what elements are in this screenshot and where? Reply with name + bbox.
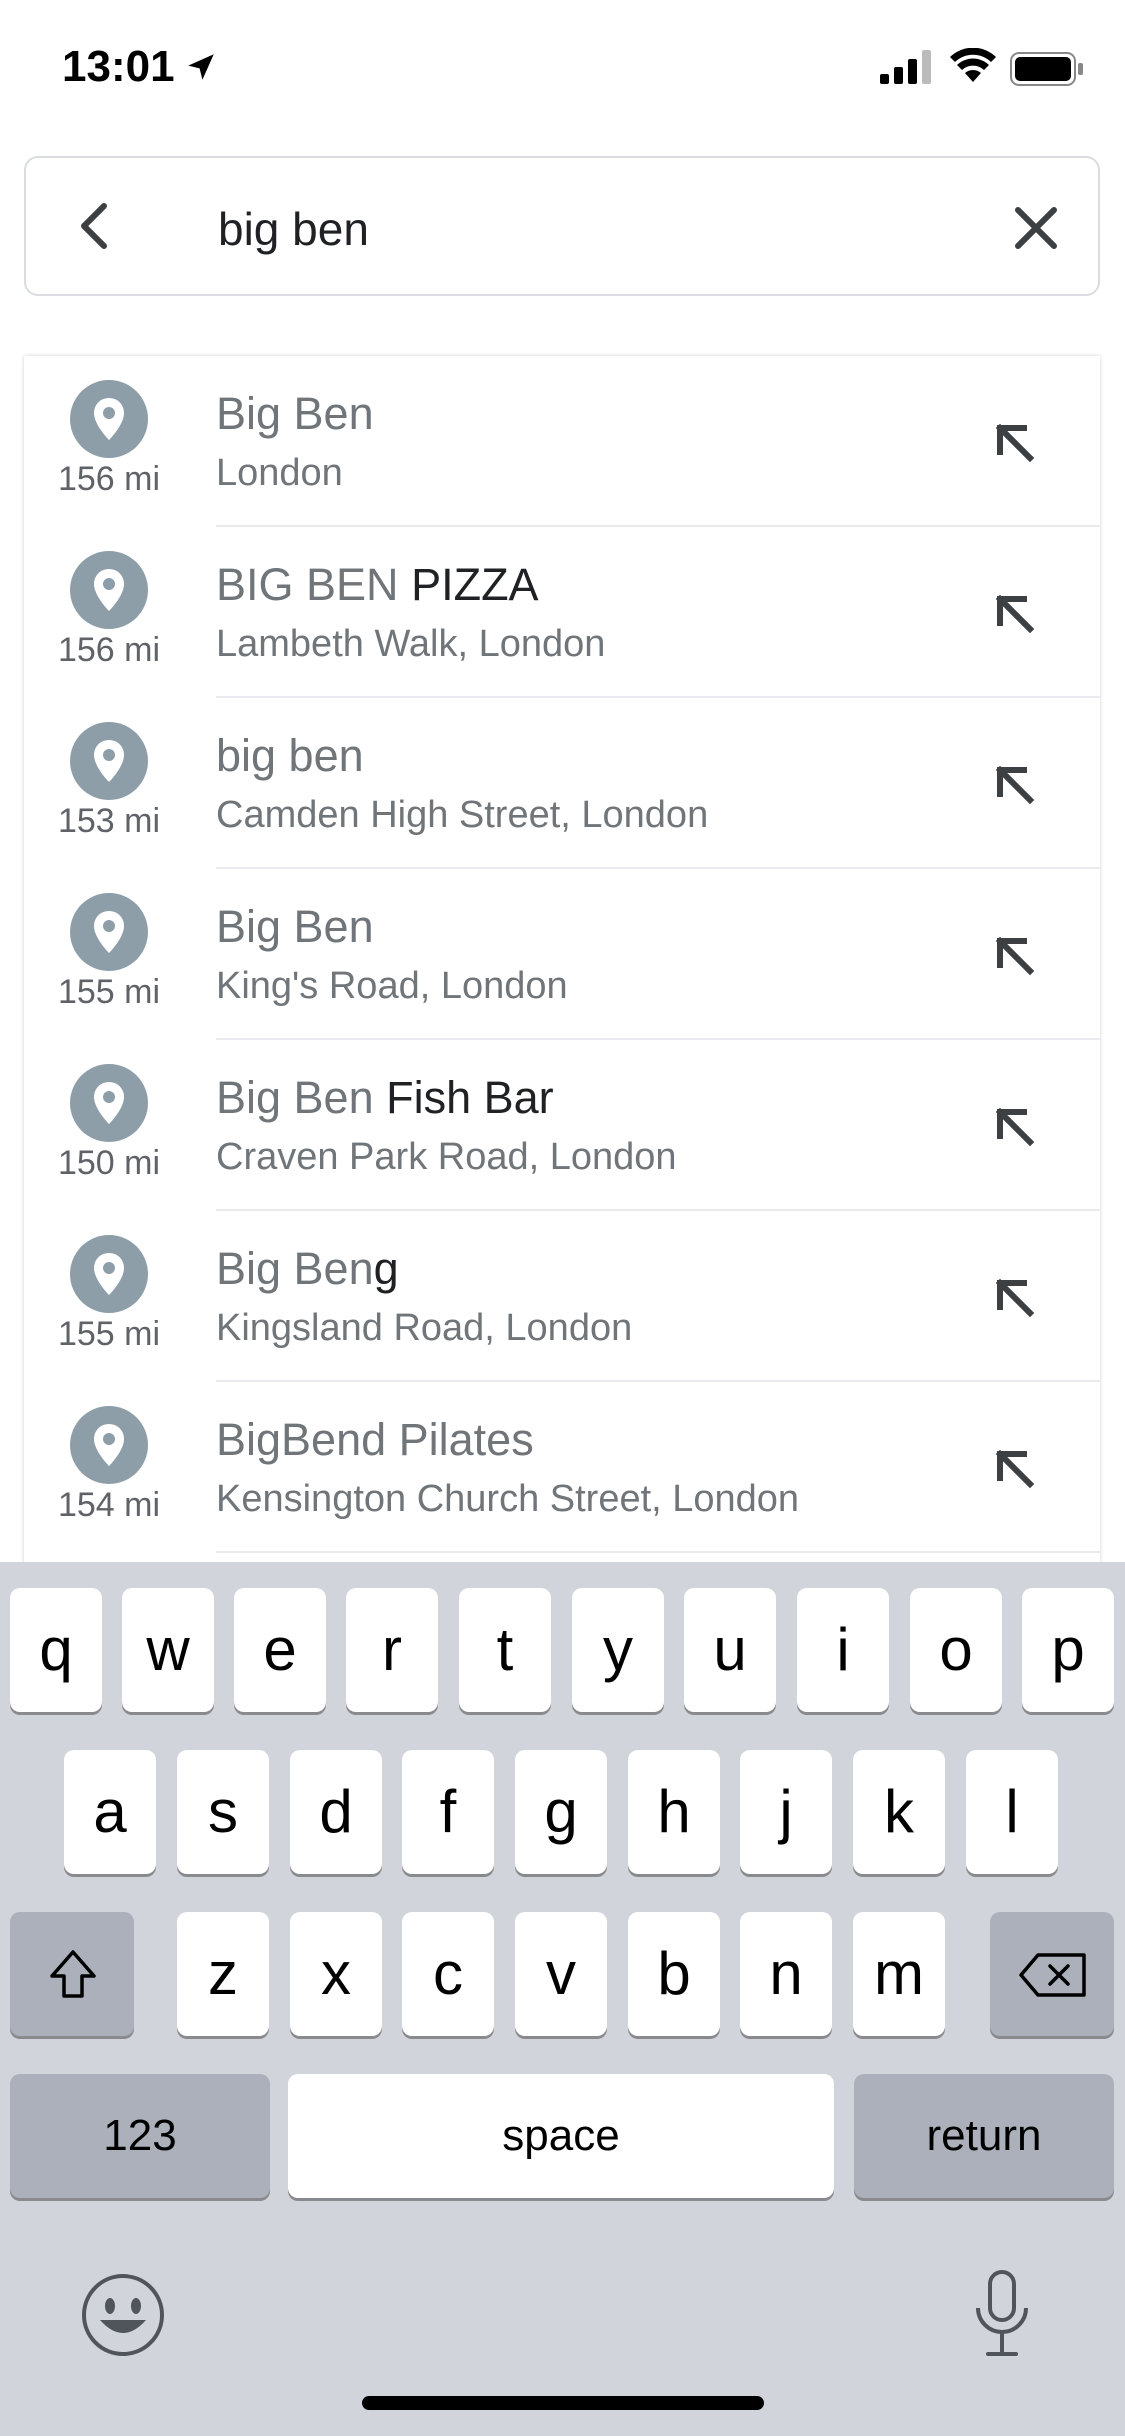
key-n[interactable]: n — [740, 1912, 832, 2036]
key-d[interactable]: d — [290, 1750, 382, 1874]
location-pin-icon — [70, 551, 148, 629]
suggestion-row[interactable]: 156 mi Big Ben London — [24, 356, 1100, 527]
distance-label: 155 mi — [57, 973, 161, 1011]
distance-label: 155 mi — [57, 1315, 161, 1353]
location-pin-icon — [70, 1406, 148, 1484]
key-p[interactable]: p — [1022, 1588, 1114, 1712]
key-g[interactable]: g — [515, 1750, 607, 1874]
distance-label: 150 mi — [57, 1144, 161, 1182]
status-bar: 13:01 — [0, 0, 1125, 140]
suggestion-title: BIG BEN PIZZA — [216, 559, 539, 610]
suggestion-title: big ben — [216, 730, 364, 781]
key-m[interactable]: m — [853, 1912, 945, 2036]
fill-query-arrow-icon[interactable] — [984, 412, 1044, 472]
suggestion-row[interactable]: 155 mi Big Beng Kingsland Road, London — [24, 1211, 1100, 1382]
key-x[interactable]: x — [290, 1912, 382, 2036]
cellular-signal-icon — [880, 50, 931, 84]
suggestion-row[interactable]: 155 mi Big Ben King's Road, London — [24, 869, 1100, 1040]
key-y[interactable]: y — [572, 1588, 664, 1712]
numbers-key[interactable]: 123 — [10, 2074, 270, 2198]
key-c[interactable]: c — [402, 1912, 494, 2036]
suggestion-row[interactable]: 154 mi BigBend Pilates Kensington Church… — [24, 1382, 1100, 1553]
return-key[interactable]: return — [854, 2074, 1114, 2198]
suggestion-address: Lambeth Walk, London — [216, 623, 606, 665]
key-l[interactable]: l — [966, 1750, 1058, 1874]
suggestion-address: Kensington Church Street, London — [216, 1478, 800, 1520]
key-u[interactable]: u — [684, 1588, 776, 1712]
distance-label: 156 mi — [57, 460, 161, 498]
status-time: 13:01 — [62, 42, 175, 91]
suggestion-list: 156 mi Big Ben London 156 mi BIG BEN PIZ… — [24, 356, 1100, 1566]
key-z[interactable]: z — [177, 1912, 269, 2036]
space-key[interactable]: space — [288, 2074, 834, 2198]
key-s[interactable]: s — [177, 1750, 269, 1874]
fill-query-arrow-icon[interactable] — [984, 1438, 1044, 1498]
location-pin-icon — [70, 380, 148, 458]
key-v[interactable]: v — [515, 1912, 607, 2036]
microphone-icon[interactable] — [972, 2268, 1032, 2360]
keyboard: q w e r t y u i o p a s d f g h j k l z … — [0, 1562, 1125, 2436]
distance-label: 153 mi — [57, 802, 161, 840]
suggestion-title: BigBend Pilates — [216, 1414, 534, 1465]
suggestion-row[interactable]: 156 mi BIG BEN PIZZA Lambeth Walk, Londo… — [24, 527, 1100, 698]
back-arrow-icon[interactable] — [66, 196, 126, 256]
key-i[interactable]: i — [797, 1588, 889, 1712]
location-pin-icon — [70, 722, 148, 800]
key-w[interactable]: w — [122, 1588, 214, 1712]
search-box[interactable]: big ben — [24, 156, 1100, 296]
search-input[interactable]: big ben — [218, 202, 369, 256]
suggestion-title: Big Beng — [216, 1243, 399, 1294]
suggestion-address: London — [216, 452, 343, 494]
shift-arrow-icon — [50, 1950, 96, 1998]
suggestion-address: Craven Park Road, London — [216, 1136, 677, 1178]
home-indicator[interactable] — [362, 2396, 764, 2410]
key-f[interactable]: f — [402, 1750, 494, 1874]
key-b[interactable]: b — [628, 1912, 720, 2036]
battery-icon — [1010, 52, 1083, 86]
shift-key[interactable] — [10, 1912, 134, 2036]
suggestion-address: Camden High Street, London — [216, 794, 709, 836]
key-t[interactable]: t — [459, 1588, 551, 1712]
suggestion-title: Big Ben — [216, 901, 374, 952]
suggestion-row[interactable]: 150 mi Big Ben Fish Bar Craven Park Road… — [24, 1040, 1100, 1211]
fill-query-arrow-icon[interactable] — [984, 1267, 1044, 1327]
key-k[interactable]: k — [853, 1750, 945, 1874]
fill-query-arrow-icon[interactable] — [984, 925, 1044, 985]
key-a[interactable]: a — [64, 1750, 156, 1874]
delete-key[interactable] — [990, 1912, 1114, 2036]
location-pin-icon — [70, 893, 148, 971]
emoji-icon[interactable] — [80, 2272, 166, 2358]
backspace-icon — [1019, 1953, 1086, 1997]
wifi-icon — [950, 48, 996, 82]
suggestion-title: Big Ben — [216, 388, 374, 439]
key-r[interactable]: r — [346, 1588, 438, 1712]
suggestion-address: Kingsland Road, London — [216, 1307, 633, 1349]
fill-query-arrow-icon[interactable] — [984, 754, 1044, 814]
key-h[interactable]: h — [628, 1750, 720, 1874]
row-divider — [216, 1551, 1100, 1553]
close-icon[interactable] — [1006, 198, 1066, 258]
location-pin-icon — [70, 1064, 148, 1142]
location-pin-icon — [70, 1235, 148, 1313]
location-arrow-icon — [188, 54, 214, 80]
key-q[interactable]: q — [10, 1588, 102, 1712]
suggestion-row[interactable]: 153 mi big ben Camden High Street, Londo… — [24, 698, 1100, 869]
key-j[interactable]: j — [740, 1750, 832, 1874]
fill-query-arrow-icon[interactable] — [984, 583, 1044, 643]
key-e[interactable]: e — [234, 1588, 326, 1712]
fill-query-arrow-icon[interactable] — [984, 1096, 1044, 1156]
suggestion-title: Big Ben Fish Bar — [216, 1072, 554, 1123]
distance-label: 154 mi — [57, 1486, 161, 1524]
suggestion-address: King's Road, London — [216, 965, 568, 1007]
distance-label: 156 mi — [57, 631, 161, 669]
key-o[interactable]: o — [910, 1588, 1002, 1712]
